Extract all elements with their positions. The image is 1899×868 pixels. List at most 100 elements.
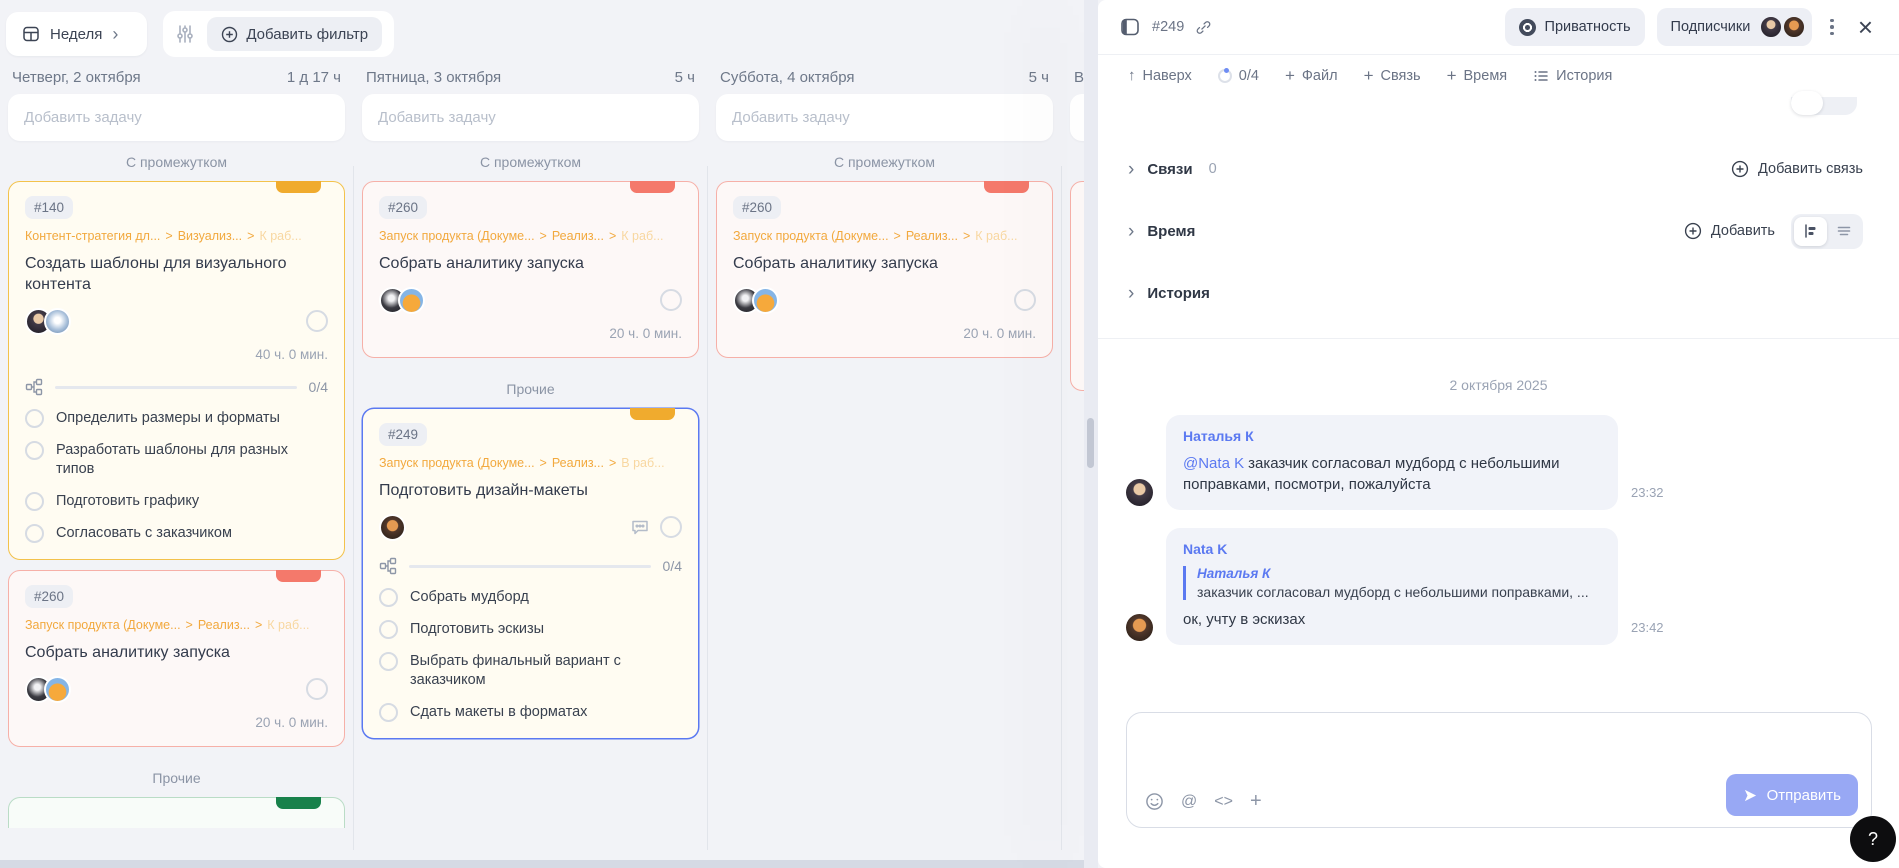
checklist-checkbox[interactable] <box>379 620 398 639</box>
breadcrumb-status[interactable]: К раб... <box>975 229 1017 243</box>
nav-add-link[interactable]: + Связь <box>1364 66 1421 86</box>
nav-add-time[interactable]: + Время <box>1447 66 1508 86</box>
checklist-checkbox[interactable] <box>25 441 44 460</box>
close-icon[interactable]: × <box>1852 12 1879 42</box>
comment-bubble[interactable]: Наталья К @Nata Kзаказчик согласовал муд… <box>1166 415 1618 510</box>
estimate-label: 40 ч. 0 мин. <box>25 347 328 362</box>
code-icon[interactable]: <> <box>1214 793 1233 811</box>
breadcrumb-status[interactable]: К раб... <box>259 229 301 243</box>
attach-plus-icon[interactable]: + <box>1250 790 1262 813</box>
help-button[interactable]: ? <box>1850 816 1896 862</box>
nav-history[interactable]: История <box>1533 68 1612 84</box>
breadcrumb-status[interactable]: К раб... <box>621 229 663 243</box>
column-title: В <box>1074 69 1084 86</box>
history-section-row[interactable]: › История <box>1098 262 1899 324</box>
time-section-row[interactable]: › Время Добавить <box>1098 200 1899 262</box>
links-section-row[interactable]: › Связи 0 Добавить связь <box>1098 138 1899 200</box>
breadcrumb-board[interactable]: Реализ... <box>906 229 958 243</box>
add-task-input[interactable] <box>8 94 345 141</box>
priority-tab <box>630 181 675 193</box>
task-card-260[interactable]: #260 Запуск продукта (Докуме...>Реализ..… <box>362 181 699 358</box>
task-card-partial[interactable] <box>8 797 345 828</box>
comments-icon <box>630 517 650 537</box>
checklist-checkbox[interactable] <box>379 588 398 607</box>
nav-time-label: Время <box>1464 68 1508 84</box>
emoji-icon[interactable] <box>1145 792 1164 811</box>
plus-circle-icon <box>221 26 238 43</box>
subtasks-icon <box>25 378 43 396</box>
checklist-checkbox[interactable] <box>25 409 44 428</box>
tune-icon[interactable] <box>175 24 195 44</box>
comment-author[interactable]: Nata K <box>1183 541 1601 557</box>
plus-circle-icon <box>1684 222 1702 240</box>
comment: Наталья К @Nata Kзаказчик согласовал муд… <box>1098 415 1899 510</box>
complete-task-radio[interactable] <box>1014 289 1036 311</box>
comment-time: 23:32 <box>1631 485 1664 500</box>
mention-icon[interactable]: @ <box>1181 793 1197 811</box>
more-options-icon[interactable] <box>1824 13 1840 42</box>
checklist-checkbox[interactable] <box>25 492 44 511</box>
breadcrumb-project[interactable]: Запуск продукта (Докуме... <box>379 229 535 243</box>
task-card-249-selected[interactable]: #249 Запуск продукта (Докуме...>Реализ..… <box>362 408 699 739</box>
section-label-interval: С промежутком <box>362 154 699 170</box>
horizontal-scrollbar[interactable] <box>0 860 1084 868</box>
add-task-input[interactable] <box>716 94 1053 141</box>
task-card-260[interactable]: #260 Запуск продукта (Докуме...>Реализ..… <box>716 181 1053 358</box>
breadcrumb-board[interactable]: Реализ... <box>552 456 604 470</box>
nav-history-label: История <box>1556 68 1612 84</box>
copy-link-icon[interactable] <box>1196 20 1211 35</box>
divider <box>1098 338 1899 339</box>
breadcrumb-status[interactable]: В раб... <box>621 456 664 470</box>
add-filter-button[interactable]: Добавить фильтр <box>207 17 382 51</box>
comment: Nata K Наталья К заказчик согласовал муд… <box>1098 528 1899 645</box>
breadcrumb-project[interactable]: Запуск продукта (Докуме... <box>25 618 181 632</box>
scroll-top-button[interactable]: ↑ Наверх <box>1128 67 1192 84</box>
comment-text: ок, учту в эскизах <box>1183 609 1601 630</box>
add-filter-label: Добавить фильтр <box>246 26 368 43</box>
nav-subtasks-count: 0/4 <box>1239 68 1259 84</box>
add-task-input[interactable] <box>362 94 699 141</box>
task-card-260[interactable]: #260 Запуск продукта (Докуме...>Реализ..… <box>8 570 345 747</box>
breadcrumb-status[interactable]: К раб... <box>267 618 309 632</box>
sidebar-panel-icon[interactable] <box>1120 17 1140 37</box>
send-button[interactable]: Отправить <box>1726 774 1858 816</box>
checklist-checkbox[interactable] <box>25 524 44 543</box>
list-view-button[interactable] <box>1827 217 1860 246</box>
partial-toggle-switch[interactable] <box>1791 97 1857 115</box>
breadcrumb-project[interactable]: Запуск продукта (Докуме... <box>379 456 535 470</box>
complete-task-radio[interactable] <box>660 289 682 311</box>
send-label: Отправить <box>1767 787 1841 804</box>
send-icon <box>1743 788 1758 803</box>
vertical-scrollbar-track[interactable] <box>1084 0 1098 868</box>
breadcrumb-board[interactable]: Реализ... <box>198 618 250 632</box>
privacy-button[interactable]: Приватность <box>1505 8 1645 46</box>
view-switcher-button[interactable]: Неделя › <box>6 12 147 56</box>
priority-tab <box>276 797 321 809</box>
checklist-label: Определить размеры и форматы <box>56 409 280 428</box>
estimate-label: 20 ч. 0 мин. <box>379 326 682 341</box>
nav-subtasks[interactable]: 0/4 <box>1218 68 1259 84</box>
nav-add-file[interactable]: + Файл <box>1285 66 1338 86</box>
comment-bubble[interactable]: Nata K Наталья К заказчик согласовал муд… <box>1166 528 1618 645</box>
task-id-badge: #260 <box>379 196 427 219</box>
breadcrumb-project[interactable]: Запуск продукта (Докуме... <box>733 229 889 243</box>
mention-link[interactable]: @Nata K <box>1183 455 1244 472</box>
vertical-scrollbar-thumb[interactable] <box>1087 418 1094 468</box>
complete-task-radio[interactable] <box>306 678 328 700</box>
complete-task-radio[interactable] <box>660 516 682 538</box>
checklist-checkbox[interactable] <box>379 703 398 722</box>
add-time-button[interactable]: Добавить <box>1684 222 1775 240</box>
comment-author[interactable]: Наталья К <box>1183 428 1601 444</box>
breadcrumb-board[interactable]: Визуализ... <box>178 229 242 243</box>
followers-button[interactable]: Подписчики <box>1657 8 1813 46</box>
task-card-140[interactable]: #140 Контент-стратегия дл...>Визуализ...… <box>8 181 345 560</box>
timeline-view-button[interactable] <box>1794 217 1827 246</box>
breadcrumb-project[interactable]: Контент-стратегия дл... <box>25 229 160 243</box>
quoted-reply[interactable]: Наталья К заказчик согласовал мудборд с … <box>1183 566 1601 600</box>
breadcrumb-board[interactable]: Реализ... <box>552 229 604 243</box>
add-link-button[interactable]: Добавить связь <box>1731 160 1863 178</box>
checklist-checkbox[interactable] <box>379 652 398 671</box>
comment-input[interactable] <box>1143 723 1855 779</box>
section-label-interval: С промежутком <box>716 154 1053 170</box>
complete-task-radio[interactable] <box>306 310 328 332</box>
